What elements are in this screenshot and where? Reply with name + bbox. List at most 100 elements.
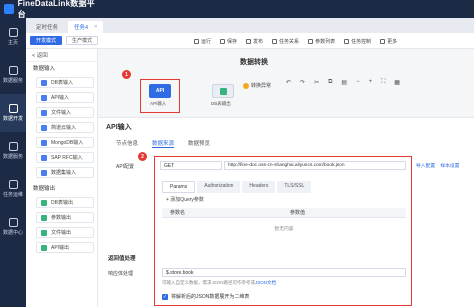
- run-button[interactable]: 运行: [194, 38, 211, 45]
- method-select[interactable]: GET: [160, 161, 222, 170]
- comp-file-input[interactable]: 文件输入: [36, 107, 94, 118]
- component-list: < 返回 数据输入 DB表输入 API输入 文件输入 简道云输入 MongoDB…: [26, 49, 98, 307]
- group-output[interactable]: 数据输出: [26, 182, 97, 193]
- nav-data-center[interactable]: 数据中心: [0, 208, 26, 246]
- nav-data-dev[interactable]: 数据开发: [0, 94, 26, 132]
- prod-mode-button[interactable]: 生产模式: [66, 36, 99, 45]
- param-list-button[interactable]: 参数列表: [308, 38, 335, 45]
- comp-param-output[interactable]: 参数输出: [36, 212, 94, 223]
- comp-jdy-input[interactable]: 简道云输入: [36, 122, 94, 133]
- database-icon: [8, 142, 18, 151]
- panel-subtabs: 节点信息 数据来源 数据预览: [116, 139, 210, 148]
- relation-icon: [272, 38, 278, 44]
- control-icon: [344, 38, 350, 44]
- param-table-header: 参数名 参数值: [162, 208, 406, 218]
- tab-data-source[interactable]: 数据来源: [152, 139, 175, 148]
- comp-dataset-input[interactable]: 数据集输入: [36, 167, 94, 178]
- warning-icon: [243, 82, 249, 89]
- dataset-icon: [41, 169, 47, 176]
- send-icon: [246, 38, 252, 44]
- db-icon: [41, 199, 47, 206]
- col-param-value: 参数值: [290, 210, 306, 216]
- task-relations-button[interactable]: 任务关系: [272, 38, 299, 45]
- top-bar: FineDataLink数据平台: [0, 0, 474, 20]
- db-icon: [41, 79, 47, 86]
- tab-node-info[interactable]: 节点信息: [116, 139, 138, 148]
- json-doc-link[interactable]: JSON文档: [255, 280, 276, 285]
- config-links: 导入配置 样本设置: [416, 162, 459, 169]
- comp-api-input[interactable]: API输入: [36, 92, 94, 103]
- undo-icon[interactable]: ↶: [286, 79, 291, 86]
- close-icon[interactable]: ×: [94, 24, 97, 30]
- node-api-label: API输入: [150, 101, 167, 106]
- comp-file-output[interactable]: 文件输出: [36, 227, 94, 238]
- transform-warning[interactable]: 转换异常: [243, 81, 271, 90]
- db-icon: [219, 87, 227, 95]
- flow-canvas[interactable]: 数据转换 1 API API输入 DB表输出 转换异常 ↶ ↷ ✂ ⧉ ▤ − …: [98, 49, 474, 117]
- play-icon: [194, 38, 199, 44]
- tab-task4[interactable]: 任务4 ×: [68, 21, 104, 33]
- comp-db-output[interactable]: DB表输出: [36, 197, 94, 208]
- fit-icon[interactable]: ⛶: [381, 79, 385, 86]
- back-link[interactable]: < 返回: [26, 49, 97, 62]
- comp-api-output[interactable]: API输出: [36, 242, 94, 253]
- api-icon: [41, 244, 47, 251]
- save-button[interactable]: 保存: [220, 38, 237, 45]
- node-api-input[interactable]: API: [149, 84, 171, 98]
- api-icon: [41, 94, 47, 101]
- properties-panel: API输入 节点信息 数据来源 数据预览 2 API配置 GET http://…: [98, 117, 474, 307]
- tab-authorization[interactable]: Authorization: [197, 181, 241, 193]
- nav-task-ops[interactable]: 任务运维: [0, 170, 26, 208]
- more-button[interactable]: 更多: [380, 38, 397, 45]
- response-section[interactable]: 返回值处理: [108, 254, 136, 262]
- nav-data-service-1[interactable]: 数据服务: [0, 56, 26, 94]
- tab-data-preview[interactable]: 数据预览: [188, 139, 210, 148]
- redo-icon[interactable]: ↷: [300, 79, 305, 86]
- response-label: 响应体处理: [108, 271, 134, 277]
- response-hint: 可输入自定义数据，需求JSON路径可作参考或JSON文档: [162, 280, 277, 285]
- cloud-icon: [41, 124, 47, 131]
- zoom-in-icon[interactable]: +: [369, 79, 373, 86]
- grid-icon: [8, 66, 18, 75]
- tab-tls[interactable]: TLS/SSL: [277, 181, 312, 193]
- tab-bar: 定时任务 任务4 ×: [26, 18, 474, 33]
- task-control-button[interactable]: 任务控制: [344, 38, 371, 45]
- file-icon: [41, 229, 47, 236]
- add-query-button[interactable]: + 添加Query参数: [166, 196, 204, 203]
- response-path-input[interactable]: $.store.book: [162, 268, 406, 277]
- dev-mode-button[interactable]: 开发模式: [30, 36, 63, 45]
- monitor-icon: [8, 180, 18, 189]
- panel-title: API输入: [106, 124, 132, 131]
- server-icon: [8, 218, 18, 227]
- app-logo: FineDataLink数据平台: [0, 0, 100, 20]
- col-param-name: 参数名: [170, 210, 186, 216]
- comp-db-input[interactable]: DB表输入: [36, 77, 94, 88]
- zoom-out-icon[interactable]: −: [356, 79, 360, 86]
- home-icon: [8, 28, 18, 37]
- flatten-checkbox[interactable]: ✓ 将解析后的JSON数据展开为二维表: [162, 293, 249, 300]
- publish-button[interactable]: 发布: [246, 38, 263, 45]
- comp-mongodb-input[interactable]: MongoDB输入: [36, 137, 94, 148]
- left-nav: 主页 数据服务 数据开发 数据服务 任务运维 数据中心: [0, 18, 26, 307]
- url-input[interactable]: http://fine-doc.oss-cn-shanghai.aliyuncs…: [224, 161, 406, 170]
- grid-icon[interactable]: ▦: [394, 79, 400, 86]
- sample-settings-link[interactable]: 样本设置: [440, 162, 459, 169]
- more-icon: [380, 38, 386, 44]
- paste-icon[interactable]: ▤: [341, 79, 347, 86]
- import-config-link[interactable]: 导入配置: [416, 162, 435, 169]
- cut-icon[interactable]: ✂: [314, 79, 319, 86]
- step-badge-2: 2: [138, 152, 147, 161]
- copy-icon[interactable]: ⧉: [328, 79, 332, 86]
- file-icon: [41, 109, 47, 116]
- node-db-output[interactable]: [212, 84, 234, 98]
- group-input[interactable]: 数据输入: [26, 62, 97, 73]
- comp-sap-input[interactable]: SAP RFC输入: [36, 152, 94, 163]
- sap-icon: [41, 154, 47, 161]
- tab-params[interactable]: Params: [162, 181, 196, 193]
- tab-headers[interactable]: Headers: [242, 181, 276, 193]
- tab-scheduled-task[interactable]: 定时任务: [30, 21, 64, 33]
- nav-data-service-2[interactable]: 数据服务: [0, 132, 26, 170]
- canvas-tools: ↶ ↷ ✂ ⧉ ▤ − + ⛶ ▦: [286, 79, 400, 86]
- logo-icon: [4, 4, 14, 14]
- nav-home[interactable]: 主页: [0, 18, 26, 56]
